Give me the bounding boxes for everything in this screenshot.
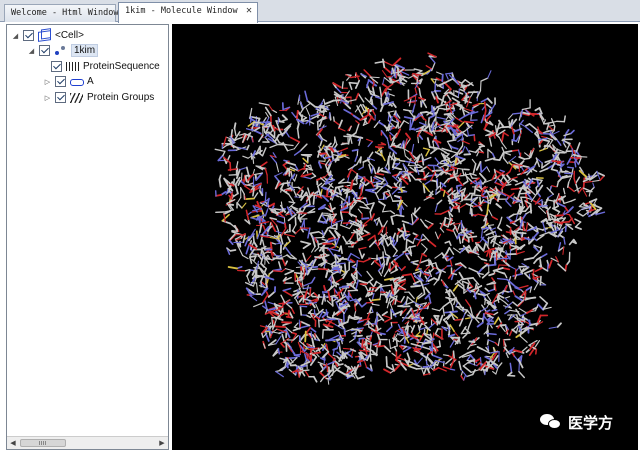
tab-welcome-html-window[interactable]: Welcome - Html Window (4, 4, 119, 22)
visibility-checkbox[interactable] (23, 30, 34, 41)
visibility-checkbox[interactable] (55, 92, 66, 103)
protein-groups-icon (70, 92, 83, 103)
watermark-text: 医学方 (568, 414, 614, 432)
tree-item-label: A (87, 76, 94, 87)
cube-icon (38, 29, 51, 42)
visibility-checkbox[interactable] (51, 61, 62, 72)
scroll-left-icon[interactable]: ◀ (7, 437, 19, 449)
tree-item-label: Protein Groups (87, 92, 155, 103)
watermark: 医学方 (540, 412, 613, 433)
tree-item-protein-sequence[interactable]: ProteinSequence (51, 59, 160, 74)
expand-arrow-icon[interactable]: ▷ (43, 94, 52, 102)
tree-item-label: <Cell> (55, 30, 84, 41)
close-tab-icon[interactable]: ✕ (246, 3, 252, 19)
tree-item-label: 1kim (71, 44, 99, 57)
tab-bar: Welcome - Html Window 1kim - Molecule Wi… (0, 0, 640, 23)
collapse-arrow-icon[interactable]: ◢ (11, 32, 20, 40)
molecule-viewport[interactable] (172, 24, 638, 450)
tab-molecule-window[interactable]: 1kim - Molecule Window ✕ (118, 2, 258, 23)
wechat-icon (540, 414, 562, 431)
chain-icon (70, 76, 84, 88)
molecule-icon (54, 45, 67, 57)
horizontal-scrollbar[interactable]: ◀ ▶ (7, 436, 168, 449)
scroll-right-icon[interactable]: ▶ (156, 437, 168, 449)
tab-label: Welcome - Html Window (11, 8, 119, 18)
tree-item-chain-a[interactable]: ▷ A (43, 74, 94, 89)
tab-label: 1kim - Molecule Window (125, 6, 238, 16)
visibility-checkbox[interactable] (39, 45, 50, 56)
sequence-icon (66, 62, 79, 71)
scrollbar-thumb[interactable] (20, 439, 66, 447)
tree-item-label: ProteinSequence (83, 61, 160, 72)
molecule-structure-render (214, 52, 606, 385)
tree-item-cell[interactable]: ◢ <Cell> (11, 28, 84, 43)
tree-item-protein-groups[interactable]: ▷ Protein Groups (43, 90, 154, 105)
hierarchy-tree-panel: ◢ <Cell> ◢ 1kim ProteinSequence ▷ A ▷ Pr… (6, 24, 169, 450)
expand-arrow-icon[interactable]: ▷ (43, 78, 52, 86)
tree-item-1kim[interactable]: ◢ 1kim (27, 43, 99, 58)
visibility-checkbox[interactable] (55, 76, 66, 87)
collapse-arrow-icon[interactable]: ◢ (27, 47, 36, 55)
